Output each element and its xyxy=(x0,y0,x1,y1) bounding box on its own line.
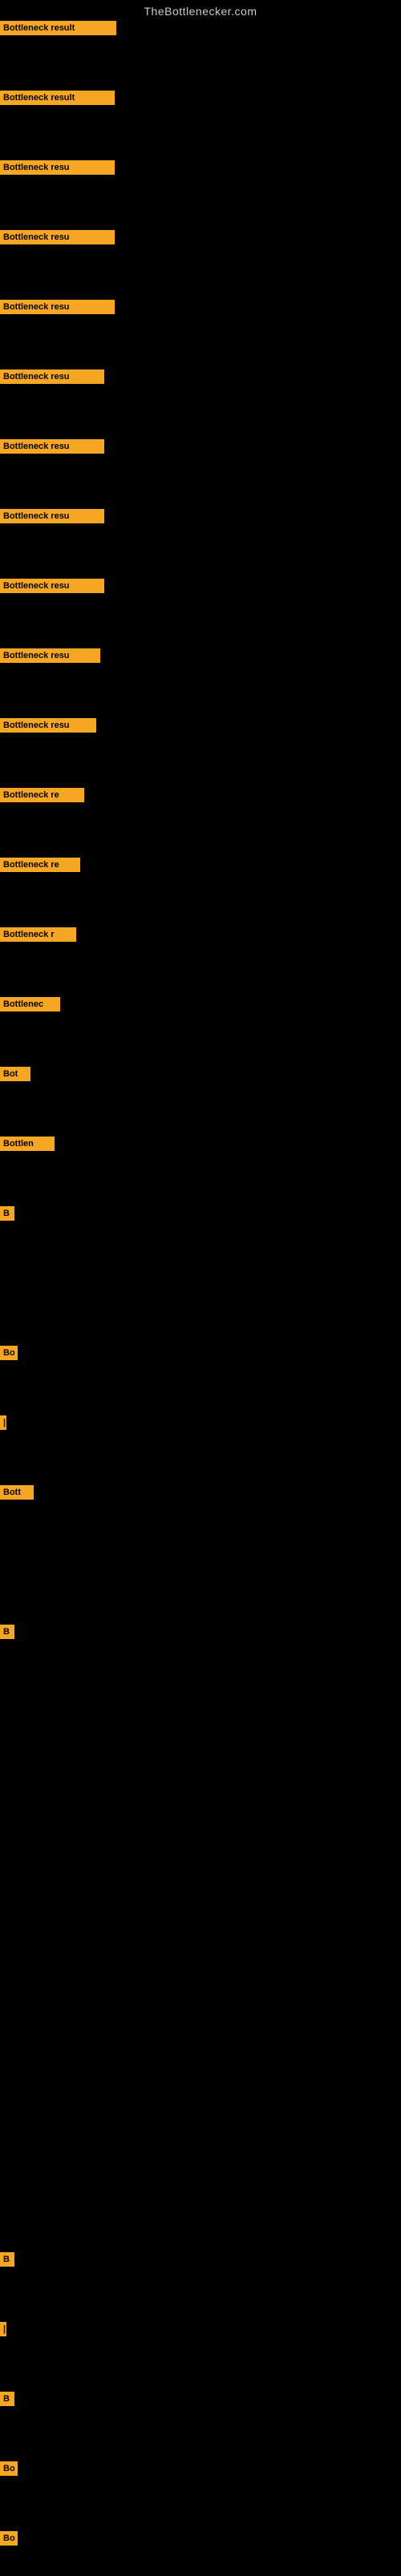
bottleneck-result-bar: B xyxy=(0,1206,14,1221)
bottleneck-result-bar: Bottleneck resu xyxy=(0,160,115,175)
bottleneck-result-bar: Bo xyxy=(0,2461,18,2476)
bar-row: Bottleneck resu xyxy=(0,230,401,244)
bottleneck-result-bar: Bo xyxy=(0,1346,18,1360)
bottleneck-result-bar: B xyxy=(0,1625,14,1639)
bar-row: B xyxy=(0,2252,401,2267)
bottleneck-result-bar: Bo xyxy=(0,2531,18,2546)
bar-row: Bo xyxy=(0,1346,401,1360)
bottleneck-result-bar: Bottlenec xyxy=(0,997,60,1011)
bottleneck-result-bar: B xyxy=(0,2392,14,2406)
bottleneck-result-bar: Bottleneck result xyxy=(0,21,116,35)
bottleneck-result-bar: Bottleneck resu xyxy=(0,439,104,454)
bottleneck-result-bar: Bott xyxy=(0,1485,34,1500)
site-title: TheBottlenecker.com xyxy=(0,0,401,21)
bar-row: Bo xyxy=(0,2531,401,2546)
bottleneck-result-bar: | xyxy=(0,1415,6,1430)
bar-row: B xyxy=(0,2392,401,2406)
bar-row: Bottleneck resu xyxy=(0,509,401,523)
bar-row: Bottleneck resu xyxy=(0,160,401,175)
bar-row: Bott xyxy=(0,1485,401,1500)
bar-row: Bottleneck resu xyxy=(0,439,401,454)
bottleneck-result-bar: Bot xyxy=(0,1067,30,1081)
bottleneck-result-bar: Bottleneck result xyxy=(0,91,115,105)
bottleneck-result-bar: Bottleneck resu xyxy=(0,579,104,593)
bottleneck-result-bar: Bottleneck resu xyxy=(0,230,115,244)
bottleneck-result-bar: | xyxy=(0,2322,6,2336)
bottleneck-result-bar: Bottleneck re xyxy=(0,788,84,802)
bar-row: | xyxy=(0,2322,401,2336)
bar-row: Bottlenec xyxy=(0,997,401,1011)
bar-row: | xyxy=(0,1415,401,1430)
bar-row: Bottleneck resu xyxy=(0,300,401,314)
bar-row: Bo xyxy=(0,2461,401,2476)
bar-row: Bot xyxy=(0,1067,401,1081)
bottleneck-result-bar: Bottleneck re xyxy=(0,858,80,872)
bar-row: Bottleneck re xyxy=(0,788,401,802)
bar-row: Bottlen xyxy=(0,1137,401,1151)
bar-row: Bottleneck result xyxy=(0,91,401,105)
bottleneck-result-bar: Bottleneck resu xyxy=(0,718,96,733)
bottleneck-result-bar: Bottlen xyxy=(0,1137,55,1151)
bar-row: Bottleneck resu xyxy=(0,648,401,663)
bar-row: Bottleneck resu xyxy=(0,369,401,384)
bar-row: B xyxy=(0,1206,401,1221)
bottleneck-result-bar: Bottleneck r xyxy=(0,927,76,942)
bottleneck-result-bar: B xyxy=(0,2252,14,2267)
bottleneck-result-bar: Bottleneck resu xyxy=(0,509,104,523)
bottleneck-result-bar: Bottleneck resu xyxy=(0,369,104,384)
bottleneck-result-bar: Bottleneck resu xyxy=(0,648,100,663)
bottleneck-result-bar: Bottleneck resu xyxy=(0,300,115,314)
bar-row: Bottleneck resu xyxy=(0,718,401,733)
bar-row: Bottleneck resu xyxy=(0,579,401,593)
bar-row: Bottleneck re xyxy=(0,858,401,872)
bar-row: Bottleneck result xyxy=(0,21,401,35)
bar-row: B xyxy=(0,1625,401,1639)
bar-row: Bottleneck r xyxy=(0,927,401,942)
